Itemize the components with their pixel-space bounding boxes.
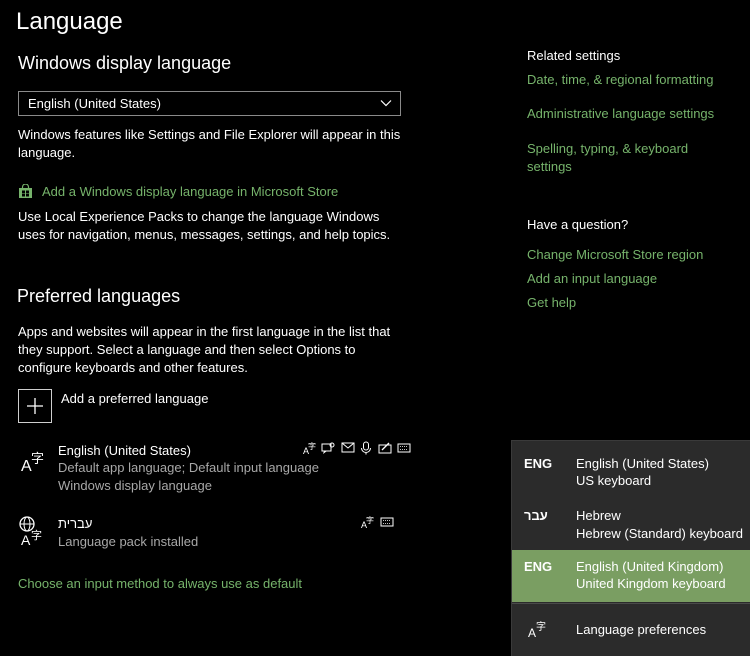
input-language-flyout: ENG English (United States) US keyboard … (511, 440, 750, 656)
language-icon: A 字 (528, 620, 546, 640)
display-language-feature-icon: A 字 (361, 515, 374, 529)
microphone-icon (361, 441, 371, 455)
flyout-language: English (United Kingdom) (576, 559, 724, 574)
flyout-keyboard: US keyboard (576, 473, 652, 488)
language-preferences-label: Language preferences (576, 622, 707, 637)
flyout-item-hebrew[interactable]: עבר Hebrew Hebrew (Standard) keyboard (512, 495, 750, 548)
speech-feature-icon (321, 442, 335, 454)
language-pack-icon: A 字 (19, 516, 42, 546)
admin-language-settings-link[interactable]: Administrative language settings (527, 106, 714, 121)
date-time-regional-link[interactable]: Date, time, & regional formatting (527, 72, 713, 87)
flyout-language: Hebrew (576, 508, 621, 523)
preferred-languages-description: Apps and websites will appear in the fir… (18, 324, 391, 375)
add-preferred-language-button[interactable]: Add a preferred language (18, 389, 318, 423)
store-bag-icon (19, 184, 32, 198)
language-icon: A 字 (21, 452, 44, 475)
display-language-dropdown[interactable]: English (United States) (18, 91, 401, 116)
language-row-hebrew[interactable]: A 字 עברית Language pack installed A 字 (18, 514, 398, 552)
spelling-typing-keyboard-link[interactable]: Spelling, typing, & keyboard settings (527, 140, 712, 176)
svg-text:字: 字 (31, 452, 44, 467)
keyboard-icon (397, 443, 411, 453)
flyout-keyboard: Hebrew (Standard) keyboard (576, 526, 743, 541)
svg-text:字: 字 (31, 528, 42, 542)
get-help-link[interactable]: Get help (527, 295, 576, 310)
svg-text:字: 字 (536, 620, 546, 633)
plus-icon (18, 389, 52, 423)
flyout-code: עבר (524, 508, 548, 523)
flyout-keyboard: United Kingdom keyboard (576, 576, 726, 591)
question-heading: Have a question? (527, 217, 629, 232)
flyout-item-english-us[interactable]: ENG English (United States) US keyboard (512, 441, 750, 495)
language-name: English (United States) (58, 443, 191, 458)
keyboard-icon (380, 517, 394, 527)
lxp-description: Use Local Experience Packs to change the… (18, 209, 391, 242)
flyout-language: English (United States) (576, 456, 709, 471)
dropdown-value: English (United States) (28, 96, 161, 111)
language-name: עברית (58, 516, 93, 531)
language-status-2: Windows display language (58, 478, 212, 493)
display-language-heading: Windows display language (18, 53, 232, 73)
store-link-label: Add a Windows display language in Micros… (42, 184, 339, 199)
svg-text:A: A (528, 626, 536, 640)
svg-text:字: 字 (366, 515, 374, 525)
text-to-speech-icon (341, 442, 355, 453)
add-input-language-link[interactable]: Add an input language (527, 271, 657, 286)
handwriting-icon (378, 442, 392, 454)
page-title: Language (16, 8, 123, 35)
language-status: Default app language; Default input lang… (58, 460, 319, 475)
language-preferences-button[interactable]: A 字 Language preferences (512, 604, 750, 656)
add-preferred-language-label: Add a preferred language (61, 391, 209, 406)
language-status: Language pack installed (58, 534, 199, 549)
flyout-item-english-uk[interactable]: ENG English (United Kingdom) United King… (512, 550, 750, 602)
related-settings-heading: Related settings (527, 48, 621, 63)
chevron-down-icon (380, 100, 392, 107)
display-language-description: Windows features like Settings and File … (18, 127, 401, 160)
flyout-code: ENG (524, 456, 553, 471)
input-method-link[interactable]: Choose an input method to always use as … (18, 576, 302, 591)
language-row-english[interactable]: A 字 English (United States) Default app … (18, 440, 411, 496)
preferred-languages-heading: Preferred languages (17, 286, 181, 306)
display-language-feature-icon: A 字 (303, 441, 316, 455)
flyout-code: ENG (524, 559, 553, 574)
change-store-region-link[interactable]: Change Microsoft Store region (527, 247, 703, 262)
svg-text:字: 字 (308, 441, 316, 451)
svg-text:A: A (21, 532, 31, 546)
